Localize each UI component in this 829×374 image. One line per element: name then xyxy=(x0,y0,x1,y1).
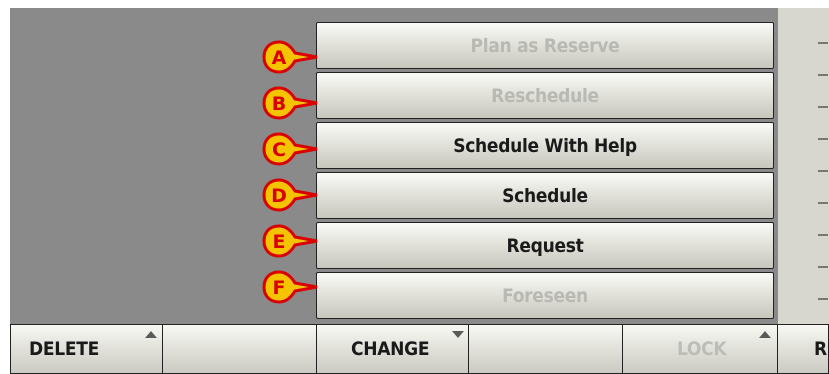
marker-letter: A xyxy=(272,47,287,69)
menu-item-label: Reschedule xyxy=(491,84,599,107)
request-button[interactable]: Request xyxy=(316,222,774,269)
change-label: CHANGE xyxy=(351,338,430,360)
re-button[interactable]: RE xyxy=(777,324,829,374)
right-panel-strip xyxy=(778,8,829,324)
change-button[interactable]: CHANGE xyxy=(316,324,469,374)
toolbar-empty-button-1[interactable] xyxy=(162,324,317,374)
callout-marker-e: E xyxy=(262,224,320,258)
menu-item-label: Plan as Reserve xyxy=(470,34,620,57)
triangle-up-icon xyxy=(759,331,771,338)
callout-marker-f: F xyxy=(262,270,320,304)
schedule-button[interactable]: Schedule xyxy=(316,172,774,219)
delete-button[interactable]: DELETE xyxy=(10,324,163,374)
marker-letter: B xyxy=(272,93,286,115)
marker-letter: D xyxy=(271,185,287,207)
plan-as-reserve-button[interactable]: Plan as Reserve xyxy=(316,22,774,69)
lock-button[interactable]: LOCK xyxy=(622,324,778,374)
callout-marker-a: A xyxy=(262,40,320,74)
lock-label: LOCK xyxy=(677,338,727,360)
marker-letter: E xyxy=(273,231,286,253)
triangle-down-icon xyxy=(452,331,464,338)
schedule-with-help-button[interactable]: Schedule With Help xyxy=(316,122,774,169)
menu-item-label: Schedule xyxy=(502,184,588,207)
delete-label: DELETE xyxy=(29,338,99,360)
callout-marker-d: D xyxy=(262,178,320,212)
menu-item-label: Schedule With Help xyxy=(453,134,637,157)
marker-letter: C xyxy=(272,139,286,161)
toolbar-empty-button-2[interactable] xyxy=(468,324,623,374)
bottom-toolbar: DELETE CHANGE LOCK RE xyxy=(10,324,829,374)
foreseen-button[interactable]: Foreseen xyxy=(316,272,774,319)
marker-letter: F xyxy=(273,277,286,299)
screen: Plan as Reserve Reschedule Schedule With… xyxy=(0,0,829,374)
re-label: RE xyxy=(814,338,829,360)
menu-item-label: Request xyxy=(506,234,584,257)
triangle-up-icon xyxy=(145,331,157,338)
callout-marker-c: C xyxy=(262,132,320,166)
callout-marker-b: B xyxy=(262,86,320,120)
menu-item-label: Foreseen xyxy=(502,284,588,307)
reschedule-button[interactable]: Reschedule xyxy=(316,72,774,119)
